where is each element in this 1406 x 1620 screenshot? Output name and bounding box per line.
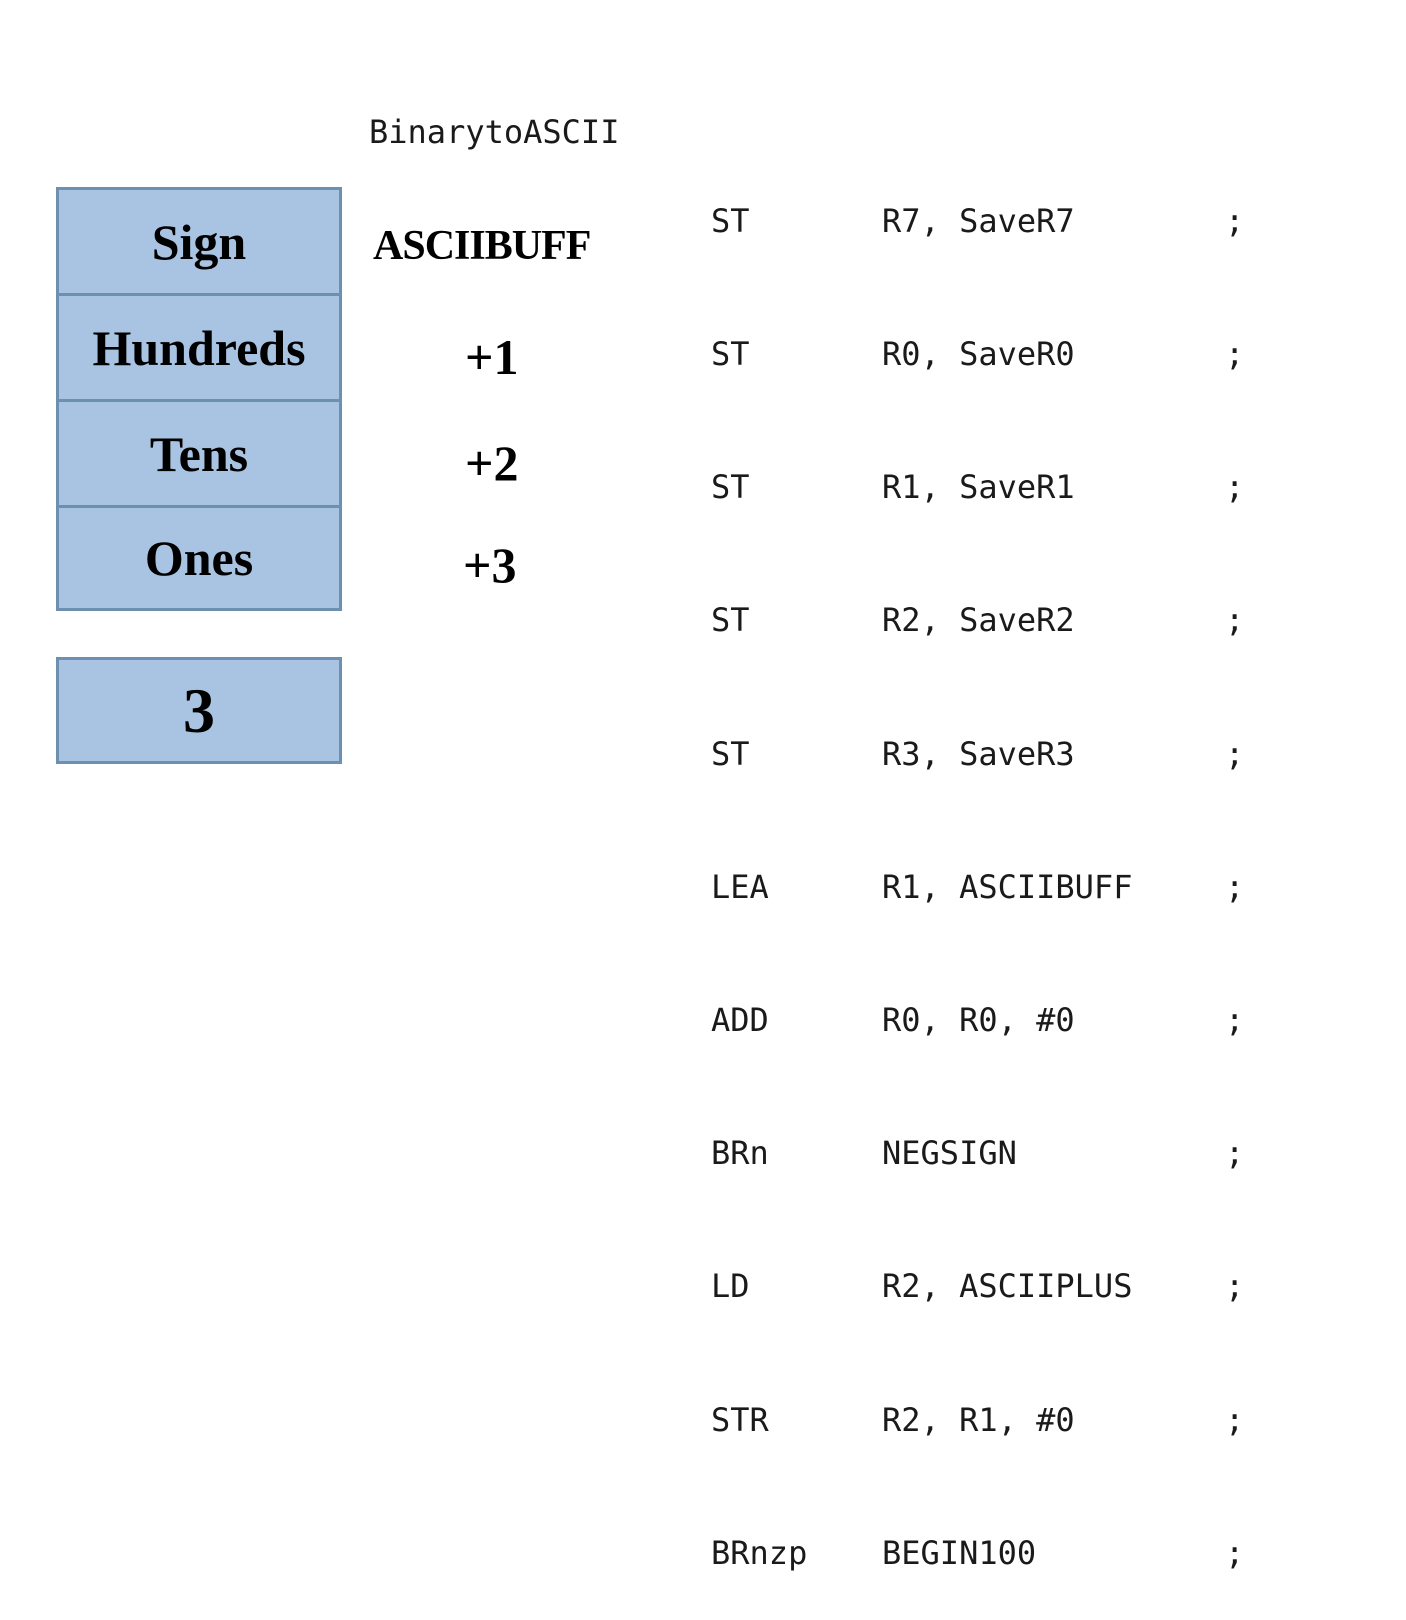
code-comment: ; <box>1225 1001 1245 1040</box>
code-comment: ; <box>1225 601 1245 640</box>
code-comment: ; <box>1225 1533 1245 1572</box>
buffer-cell-sign: Sign <box>59 190 339 296</box>
code-opcode: STR <box>711 1400 769 1439</box>
count-box: 3 <box>56 657 342 764</box>
code-opcode: BRn <box>711 1134 769 1173</box>
code-opcode: BRnzp <box>711 1533 808 1572</box>
buffer-cell-tens: Tens <box>59 402 339 508</box>
comment-column: ; ; ; ; ; ; ; ; ; ; ; <box>1225 110 1264 1620</box>
buffer-cell-hundreds: Hundreds <box>59 296 339 402</box>
buffer-name-label: ASCIIBUFF <box>373 223 591 269</box>
offset-label: +1 <box>465 329 519 385</box>
buffer-cell-ones: Ones <box>144 530 254 586</box>
offset-label: +3 <box>463 537 517 593</box>
code-operands: R0, R0, #0 <box>882 1001 1075 1040</box>
code-comment: ; <box>1225 335 1245 374</box>
code-operands: R2, SaveR2 <box>882 601 1075 640</box>
code-operands: BEGIN100 <box>882 1533 1037 1572</box>
code-operands: R3, SaveR3 <box>882 734 1075 773</box>
code-opcode: ST <box>711 734 750 773</box>
code-comment: ; <box>1225 1267 1245 1306</box>
routine-label: BinarytoASCII <box>369 113 620 151</box>
code-opcode: ADD <box>711 1001 769 1040</box>
code-comment: ; <box>1225 1400 1245 1439</box>
opcode-column: ST ST ST ST ST LEA ADD BRn LD STR BRnzp <box>711 110 807 1620</box>
code-operands: R1, SaveR1 <box>882 468 1075 507</box>
code-comment: ; <box>1225 201 1245 240</box>
code-comment: ; <box>1225 867 1245 906</box>
code-operands: R7, SaveR7 <box>882 201 1075 240</box>
code-opcode: ST <box>711 468 750 507</box>
code-comment: ; <box>1225 468 1245 507</box>
code-opcode: ST <box>711 601 750 640</box>
code-opcode: LD <box>711 1267 750 1306</box>
code-opcode: LEA <box>711 867 769 906</box>
ascii-buffer: Sign Hundreds Tens Ones <box>56 187 342 611</box>
code-opcode: ST <box>711 201 750 240</box>
code-operands: R2, R1, #0 <box>882 1400 1075 1439</box>
code-operands: NEGSIGN <box>882 1134 1017 1173</box>
code-operands: R0, SaveR0 <box>882 335 1075 374</box>
code-operands: R2, ASCIIPLUS <box>882 1267 1133 1306</box>
code-comment: ; <box>1225 734 1245 773</box>
offset-label: +2 <box>465 435 519 491</box>
code-operands: R1, ASCIIBUFF <box>882 867 1133 906</box>
code-comment: ; <box>1225 1134 1245 1173</box>
operand-column: R7, SaveR7 R0, SaveR0 R1, SaveR1 R2, Sav… <box>882 110 1132 1620</box>
code-opcode: ST <box>711 335 750 374</box>
